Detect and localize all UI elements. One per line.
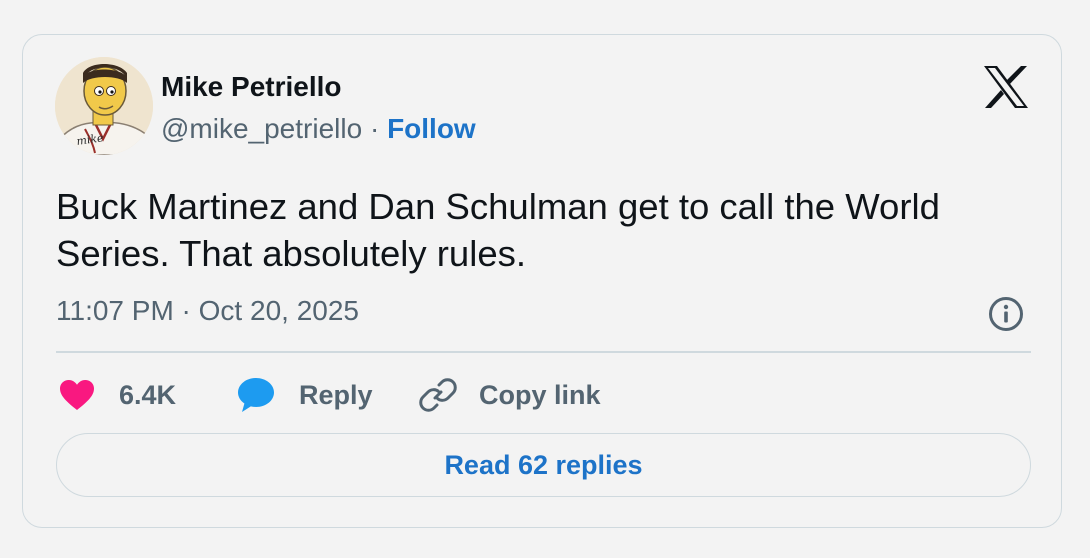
read-replies-label: Read 62 replies: [444, 449, 643, 480]
link-icon: [419, 376, 457, 414]
author-name[interactable]: Mike Petriello: [161, 71, 342, 103]
tweet-text: Buck Martinez and Dan Schulman get to ca…: [56, 186, 940, 274]
info-icon[interactable]: [987, 295, 1025, 333]
speech-bubble-icon: [237, 377, 275, 413]
tweet-embed-card: mike Mike Petriello @mike_petriello · Fo…: [22, 34, 1062, 528]
tweet-timestamp[interactable]: 11:07 PM · Oct 20, 2025: [56, 295, 359, 327]
heart-icon: [59, 379, 95, 411]
handle-separator: ·: [362, 113, 388, 144]
author-handle[interactable]: @mike_petriello: [161, 113, 362, 144]
read-replies-button[interactable]: Read 62 replies: [56, 433, 1031, 497]
avatar-image: mike: [55, 57, 153, 155]
follow-button[interactable]: Follow: [387, 113, 476, 144]
likes-count: 6.4K: [119, 379, 177, 410]
handle-row: @mike_petriello · Follow: [161, 113, 476, 145]
divider: [56, 351, 1031, 353]
reply-button[interactable]: Reply: [237, 373, 373, 417]
like-button[interactable]: 6.4K: [59, 373, 176, 417]
avatar[interactable]: mike: [55, 57, 153, 155]
copy-link-label: Copy link: [479, 379, 601, 410]
reply-label: Reply: [299, 379, 373, 410]
copy-link-button[interactable]: Copy link: [419, 373, 601, 417]
x-logo-icon[interactable]: [983, 65, 1029, 109]
